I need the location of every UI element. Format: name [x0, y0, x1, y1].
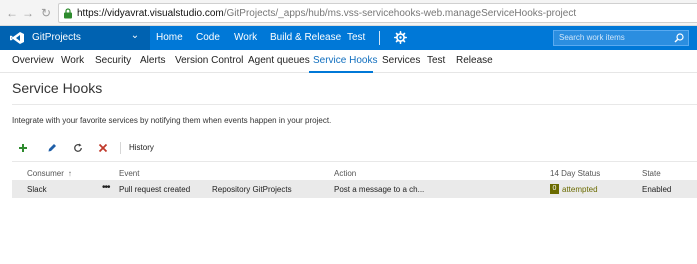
cell-action: Post a message to a ch...: [334, 185, 425, 194]
search-icon[interactable]: [674, 33, 684, 43]
url-host: https://vidyavrat.visualstudio.com: [77, 8, 224, 19]
chevron-down-icon[interactable]: ⌄: [129, 30, 141, 44]
history-button[interactable]: History: [129, 143, 154, 152]
status-text: attempted: [562, 185, 598, 194]
url-path: /GitProjects/_apps/hub/ms.vss-servicehoo…: [223, 8, 577, 19]
cell-state: Enabled: [642, 185, 672, 194]
delete-icon: [98, 143, 108, 153]
column-header-event[interactable]: Event: [119, 169, 139, 178]
url-text: https://vidyavrat.visualstudio.com/GitPr…: [77, 8, 576, 19]
project-selector[interactable]: GitProjects ⌄: [0, 26, 150, 50]
tab-service-hooks[interactable]: Service Hooks: [313, 55, 377, 66]
tab-security[interactable]: Security: [95, 55, 131, 66]
edit-icon: [48, 144, 56, 152]
topnav-code[interactable]: Code: [196, 32, 220, 43]
search-placeholder: Search work items: [559, 33, 625, 42]
lock-icon: [64, 8, 72, 19]
tab-version-control[interactable]: Version Control: [175, 55, 243, 66]
forward-arrow-icon[interactable]: →: [20, 5, 36, 21]
search-input[interactable]: Search work items: [553, 30, 689, 46]
column-header-consumer[interactable]: Consumer ↑: [27, 169, 72, 178]
tab-overview[interactable]: Overview: [12, 55, 54, 66]
cell-event: Pull request created: [119, 185, 191, 194]
hub-tabs-bar: Overview Work Security Alerts Version Co…: [0, 50, 697, 73]
cell-event-detail: Repository GitProjects: [212, 185, 292, 194]
tab-work[interactable]: Work: [61, 55, 84, 66]
active-tab-indicator: [309, 71, 373, 73]
add-icon: [19, 144, 27, 152]
tab-alerts[interactable]: Alerts: [140, 55, 166, 66]
visual-studio-logo-icon: [10, 32, 24, 44]
column-header-action[interactable]: Action: [334, 169, 356, 178]
column-header-state[interactable]: State: [642, 169, 661, 178]
url-field[interactable]: https://vidyavrat.visualstudio.com/GitPr…: [58, 3, 697, 23]
sort-ascending-icon: ↑: [67, 169, 72, 178]
topnav-home[interactable]: Home: [156, 32, 183, 43]
cell-consumer: Slack: [27, 185, 47, 194]
browser-address-bar: ← → ↻ https://vidyavrat.visualstudio.com…: [0, 0, 697, 26]
divider: [12, 161, 697, 162]
tab-test[interactable]: Test: [427, 55, 445, 66]
project-name: GitProjects: [32, 32, 81, 43]
toolbar: History: [12, 139, 697, 157]
gear-icon[interactable]: [394, 31, 407, 44]
table-row[interactable]: Slack ••• Pull request created Repositor…: [12, 180, 697, 198]
delete-button[interactable]: [96, 141, 110, 155]
column-header-label: Consumer: [27, 169, 64, 178]
topnav-work[interactable]: Work: [234, 32, 257, 43]
toolbar-separator: [120, 142, 121, 154]
status-count-badge: 0: [550, 184, 559, 194]
top-navigation-bar: GitProjects ⌄ Home Code Work Build & Rel…: [0, 26, 697, 50]
edit-button[interactable]: [45, 141, 59, 155]
back-arrow-icon[interactable]: ←: [4, 5, 20, 21]
refresh-icon: [74, 143, 82, 152]
page-title: Service Hooks: [12, 80, 103, 96]
tab-release[interactable]: Release: [456, 55, 493, 66]
page-description: Integrate with your favorite services by…: [12, 116, 332, 125]
topnav-divider: [379, 31, 380, 45]
tab-services[interactable]: Services: [382, 55, 420, 66]
topnav-build-release[interactable]: Build & Release: [270, 32, 341, 43]
tab-agent-queues[interactable]: Agent queues: [248, 55, 310, 66]
add-subscription-button[interactable]: [16, 141, 30, 155]
divider: [12, 104, 697, 105]
more-options-icon[interactable]: •••: [102, 182, 110, 193]
column-header-status[interactable]: 14 Day Status: [550, 169, 600, 178]
reload-icon[interactable]: ↻: [38, 5, 54, 21]
refresh-button[interactable]: [71, 141, 85, 155]
topnav-test[interactable]: Test: [347, 32, 365, 43]
